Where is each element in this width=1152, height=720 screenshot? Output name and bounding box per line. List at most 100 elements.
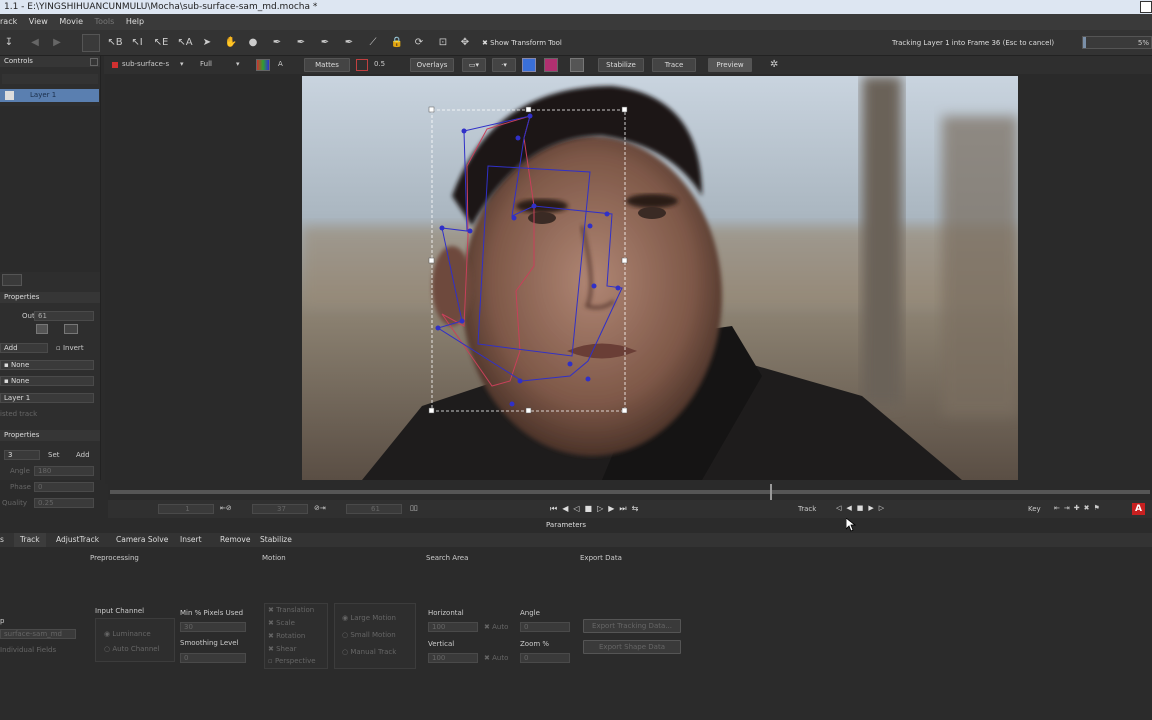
min-pixels-field[interactable]: 30 [180,622,246,632]
smoothing-field[interactable]: 0 [180,653,246,663]
tab-adjust-track[interactable]: AdjustTrack [56,533,99,547]
line-icon[interactable]: ⟋ [364,34,382,52]
opacity-value[interactable]: 0.5 [374,60,385,68]
out-point-icon[interactable] [64,324,78,334]
keys-icon[interactable]: ⚑ [1094,504,1104,512]
tab-remove[interactable]: Remove [220,533,250,547]
zoom-field[interactable]: 0 [520,653,570,663]
rotation-checkbox[interactable]: ✖ Rotation [268,632,305,640]
manual-track-radio[interactable]: ○ Manual Track [342,648,396,656]
in-frame-field[interactable]: 1 [158,504,214,514]
out-frame-field[interactable]: 61 [346,504,402,514]
mattes-button[interactable]: Mattes [304,58,350,72]
track-step-back-icon[interactable]: ◀ [846,504,856,512]
select-b-icon[interactable]: ↖B [106,34,124,52]
clip-dropdown-icon[interactable]: ▾ [180,60,184,68]
select-i-icon[interactable]: ↖I [128,34,146,52]
next-key-icon[interactable]: ⇥ [1064,504,1074,512]
point-icon[interactable]: ● [244,34,262,52]
tab-track[interactable]: Track [14,533,46,547]
set-out-icon[interactable]: ⊘⇥ [314,504,326,512]
matte-select-2[interactable]: ▪ None [0,376,94,386]
stabilize-view-button[interactable]: Stabilize [598,58,644,72]
track-stop-icon[interactable]: ■ [857,504,869,512]
pen-plus-icon[interactable]: ✒ [292,34,310,52]
lock-icon[interactable]: 🔒 [388,34,406,52]
layer-visibility-checkbox[interactable] [5,91,14,100]
restore-icon[interactable] [1140,1,1152,13]
current-frame-field[interactable]: 37 [252,504,308,514]
viewer-frame[interactable] [302,76,1018,480]
tab-camera-solve[interactable]: Camera Solve [116,533,168,547]
step-back-icon[interactable]: ◀ [562,504,573,513]
tab-previous[interactable]: s [0,533,4,547]
layer-add-button[interactable] [2,274,22,286]
matte-view-icon[interactable] [544,58,558,72]
redo-icon[interactable]: ▶ [48,34,66,52]
menu-track[interactable]: rack [0,14,17,30]
auto-channel-radio[interactable]: ○ Auto Channel [104,645,160,653]
clip-select[interactable]: sub-surface-s [122,60,169,68]
link-layer-select[interactable]: Layer 1 [0,393,94,403]
tab-insert[interactable]: Insert [180,533,202,547]
scale-checkbox[interactable]: ✖ Scale [268,619,295,627]
grid-options-button[interactable]: ·▾ [492,58,516,72]
menu-view[interactable]: View [29,14,48,30]
save-icon[interactable]: ↧ [0,34,18,52]
edge-width-field[interactable]: 3 [4,450,40,460]
large-motion-radio[interactable]: ◉ Large Motion [342,614,396,622]
goto-start-icon[interactable]: ⏮ [550,504,562,513]
track-backward-icon[interactable]: ◁ [836,504,846,512]
phase-field[interactable]: 0 [34,482,94,492]
planar-icon[interactable] [522,58,536,72]
in-point-icon[interactable] [36,324,48,334]
pen-bplus-icon[interactable]: ✒ [340,34,358,52]
panel-close-icon[interactable] [90,58,98,66]
timeline[interactable] [108,484,1152,500]
translation-checkbox[interactable]: ✖ Translation [268,606,314,614]
stop-icon[interactable]: ■ [585,504,598,513]
rotate-icon[interactable]: ⟳ [410,34,428,52]
delete-key-icon[interactable]: ✖ [1084,504,1094,512]
rgb-icon[interactable] [256,59,270,71]
set-button[interactable]: Set [48,451,60,459]
angle-field[interactable]: 180 [34,466,94,476]
tab-stabilize[interactable]: Stabilize [260,533,292,547]
angle-search-field[interactable]: 0 [520,622,570,632]
autokey-icon[interactable]: A [1132,503,1145,515]
range-icon[interactable]: ▯▯ [410,504,418,512]
track-forward-icon[interactable]: ▷ [879,504,889,512]
move-icon[interactable]: ✥ [456,34,474,52]
vertical-field[interactable]: 100 [428,653,478,663]
pen-x-icon[interactable]: ✒ [268,34,286,52]
hand-icon[interactable]: ✋ [222,34,240,52]
layer-row-1[interactable]: Layer 1 [0,89,99,102]
matte-color-icon[interactable] [356,59,368,71]
add-a-icon[interactable]: ↖A [176,34,194,52]
gear-icon[interactable]: ✲ [770,59,778,70]
pen-b-icon[interactable]: ✒ [316,34,334,52]
track-step-forward-icon[interactable]: ▶ [868,504,878,512]
loop-icon[interactable]: ⇆ [632,504,644,513]
menu-tools[interactable]: Tools [95,14,115,30]
invert-checkbox[interactable]: ▫ Invert [56,344,84,352]
quality-field[interactable]: 0.25 [34,498,94,508]
add-key-icon[interactable]: ✚ [1074,504,1084,512]
luminance-radio[interactable]: ◉ Luminance [104,630,151,638]
small-motion-radio[interactable]: ○ Small Motion [342,631,396,639]
menu-movie[interactable]: Movie [59,14,83,30]
perspective-checkbox[interactable]: ▫ Perspective [268,657,316,665]
shear-checkbox[interactable]: ✖ Shear [268,645,296,653]
preview-button[interactable]: Preview [708,58,752,72]
out-field[interactable]: 61 [34,311,94,321]
goto-end-icon[interactable]: ⏭ [619,504,631,513]
menu-help[interactable]: Help [126,14,144,30]
overlays-button[interactable]: Overlays [410,58,454,72]
add-button[interactable]: Add [76,451,90,459]
horizontal-field[interactable]: 100 [428,622,478,632]
blend-mode-select[interactable]: Add [0,343,48,353]
matte-select-1[interactable]: ▪ None [0,360,94,370]
play-back-icon[interactable]: ◁ [573,504,584,513]
timeline-playhead[interactable] [770,484,772,500]
individual-fields-checkbox[interactable]: Individual Fields [0,646,56,654]
